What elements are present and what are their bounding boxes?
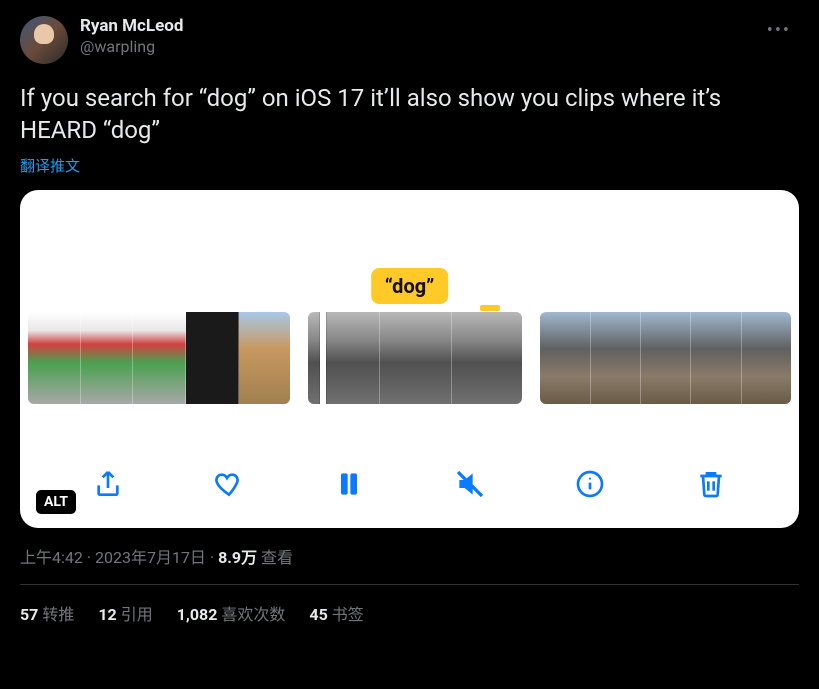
clip-frame [742, 312, 791, 404]
filmstrip [20, 312, 799, 404]
clip-frame [186, 312, 239, 404]
translate-link[interactable]: 翻译推文 [20, 155, 799, 176]
clip-group[interactable] [28, 312, 290, 404]
tweet-time[interactable]: 上午4:42 [20, 548, 83, 567]
heart-icon[interactable] [209, 464, 249, 504]
clip-frame [641, 312, 691, 404]
clip-frame [591, 312, 641, 404]
author-names[interactable]: Ryan McLeod @warpling [80, 16, 183, 57]
alt-badge[interactable]: ALT [36, 490, 76, 514]
clip-group[interactable] [308, 312, 522, 404]
search-tooltip: “dog” [371, 268, 449, 304]
media-card[interactable]: “dog” [20, 190, 799, 528]
tweet-header: Ryan McLeod @warpling ••• [20, 16, 799, 64]
clip-group[interactable] [540, 312, 791, 404]
tweet-meta: 上午4:42 · 2023年7月17日 · 8.9万 查看 [20, 544, 799, 568]
info-icon[interactable] [570, 464, 610, 504]
avatar[interactable] [20, 16, 68, 64]
tweet-text: If you search for “dog” on iOS 17 it’ll … [20, 82, 799, 147]
stat-quotes[interactable]: 12引用 [98, 601, 152, 625]
timeline-marker [480, 305, 500, 311]
stat-likes[interactable]: 1,082喜欢次数 [177, 601, 286, 625]
trash-icon[interactable] [691, 464, 731, 504]
handle: @warpling [80, 37, 183, 57]
views-label: 查看 [261, 548, 293, 567]
clip-frame [308, 312, 380, 404]
tweet-container: Ryan McLeod @warpling ••• If you search … [0, 0, 819, 625]
stat-bookmarks[interactable]: 45书签 [309, 601, 363, 625]
views-count: 8.9万 [218, 548, 257, 567]
mute-icon[interactable] [450, 464, 490, 504]
clip-frame [28, 312, 81, 404]
clip-frame [691, 312, 741, 404]
tweet-stats: 57转推 12引用 1,082喜欢次数 45书签 [20, 585, 799, 625]
clip-frame [452, 312, 523, 404]
media-toolbar [20, 464, 799, 504]
clip-frame [81, 312, 134, 404]
clip-frame [133, 312, 186, 404]
display-name: Ryan McLeod [80, 16, 183, 37]
pause-icon[interactable] [329, 464, 369, 504]
stat-retweets[interactable]: 57转推 [20, 601, 74, 625]
playhead[interactable] [320, 312, 326, 404]
clip-frame [239, 312, 291, 404]
more-icon[interactable]: ••• [759, 16, 799, 45]
tweet-date[interactable]: 2023年7月17日 [95, 548, 206, 567]
clip-frame [540, 312, 590, 404]
share-icon[interactable] [88, 464, 128, 504]
clip-frame [380, 312, 452, 404]
